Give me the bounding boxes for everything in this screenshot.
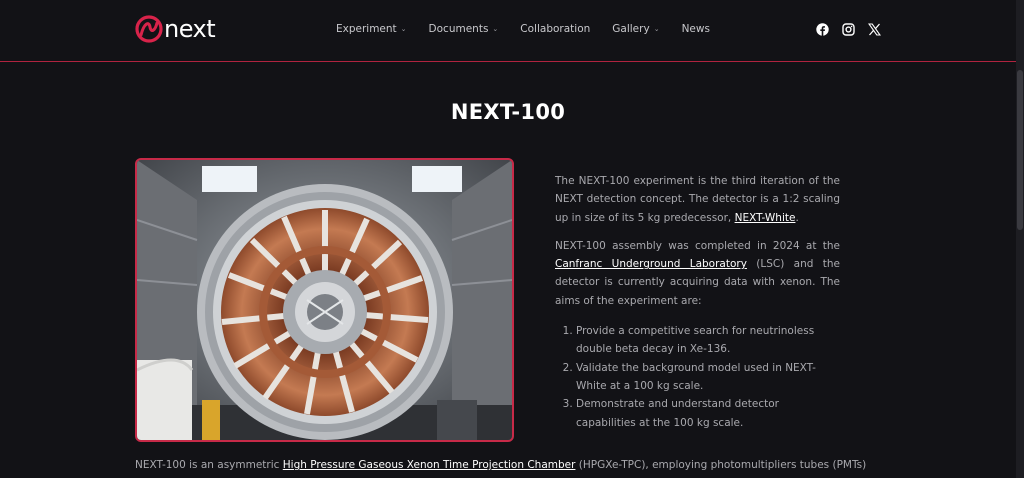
facebook-icon[interactable] bbox=[816, 23, 829, 36]
nav-item-documents[interactable]: Documents ⌄ bbox=[429, 23, 499, 35]
aims-list: Provide a competitive search for neutrin… bbox=[555, 322, 840, 432]
page-title: NEXT-100 bbox=[450, 100, 566, 124]
detector-image bbox=[137, 160, 512, 440]
nav-item-gallery[interactable]: Gallery ⌄ bbox=[612, 23, 659, 35]
detector-photo bbox=[135, 158, 514, 442]
logo-mark-icon bbox=[135, 15, 163, 43]
list-item: Provide a competitive search for neutrin… bbox=[576, 322, 840, 359]
site-logo[interactable]: next bbox=[135, 14, 216, 44]
instagram-icon[interactable] bbox=[842, 23, 855, 36]
nav-item-experiment[interactable]: Experiment ⌄ bbox=[336, 23, 407, 35]
x-icon[interactable] bbox=[868, 23, 881, 36]
paragraph-assembly: NEXT-100 assembly was completed in 2024 … bbox=[555, 237, 840, 310]
nav-item-news[interactable]: News bbox=[682, 23, 710, 35]
assembly-text-part: NEXT-100 assembly was completed in 2024 … bbox=[555, 239, 840, 252]
list-item: Validate the background model used in NE… bbox=[576, 359, 840, 396]
nav-item-label: Experiment bbox=[336, 23, 397, 35]
site-header: next Experiment ⌄ Documents ⌄ Collaborat… bbox=[0, 0, 1016, 62]
next-white-link[interactable]: NEXT-White bbox=[735, 212, 796, 224]
list-item: Demonstrate and understand detector capa… bbox=[576, 395, 840, 432]
nav-item-label: News bbox=[681, 23, 710, 35]
nav-item-label: Collaboration bbox=[520, 23, 591, 35]
intro-text: The NEXT-100 experiment is the third ite… bbox=[555, 172, 840, 432]
canfranc-lab-link[interactable]: Canfranc Underground Laboratory bbox=[555, 258, 747, 270]
paragraph-intro: The NEXT-100 experiment is the third ite… bbox=[555, 172, 840, 227]
nav-item-label: Documents bbox=[428, 23, 489, 35]
description-text-part: NEXT-100 is an asymmetric bbox=[135, 459, 283, 471]
hpgxe-tpc-link[interactable]: High Pressure Gaseous Xenon Time Project… bbox=[283, 459, 576, 471]
page-scrollbar[interactable] bbox=[1016, 0, 1024, 478]
paragraph-description: NEXT-100 is an asymmetric High Pressure … bbox=[135, 456, 895, 474]
chevron-down-icon: ⌄ bbox=[492, 25, 499, 33]
description-text-part: (HPGXe-TPC), employing photomultipliers … bbox=[575, 459, 867, 471]
main-nav: Experiment ⌄ Documents ⌄ Collaboration G… bbox=[336, 23, 732, 35]
logo-text: next bbox=[164, 15, 216, 43]
nav-item-collaboration[interactable]: Collaboration bbox=[520, 23, 590, 35]
chevron-down-icon: ⌄ bbox=[400, 25, 407, 33]
nav-item-label: Gallery bbox=[612, 23, 650, 35]
scrollbar-thumb[interactable] bbox=[1017, 70, 1023, 230]
intro-text-part: . bbox=[795, 211, 799, 224]
social-links bbox=[816, 23, 881, 36]
chevron-down-icon: ⌄ bbox=[653, 25, 660, 33]
